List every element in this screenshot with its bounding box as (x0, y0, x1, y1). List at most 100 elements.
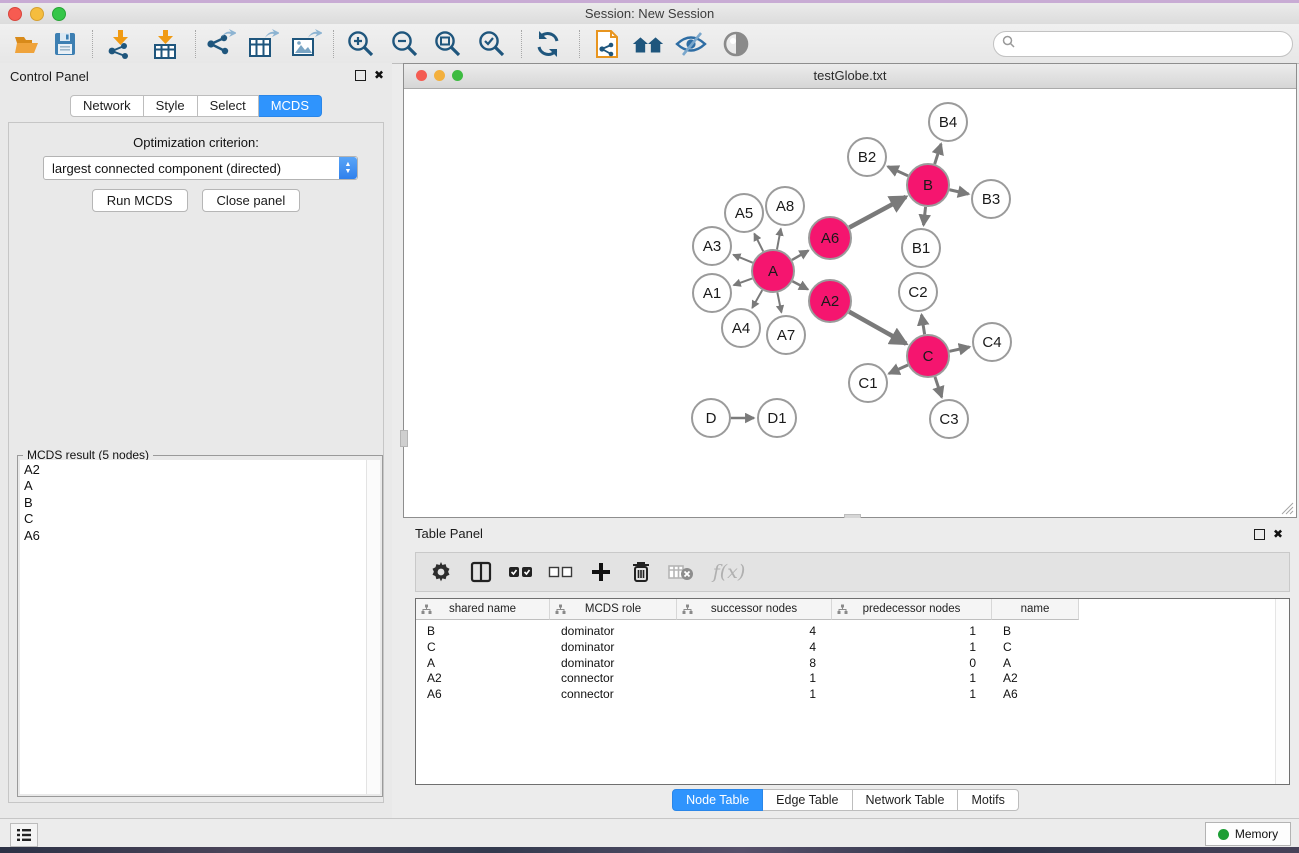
cell-mcds-role[interactable]: dominator (550, 623, 677, 639)
deselect-all-icon[interactable] (548, 559, 574, 585)
node-C2[interactable]: C2 (899, 273, 937, 311)
edge-A-A7[interactable] (777, 293, 781, 313)
cell-successor-nodes[interactable]: 8 (677, 655, 832, 671)
cell-shared-name[interactable]: B (416, 623, 550, 639)
column-header-mcds-role[interactable]: MCDS role (550, 599, 677, 620)
edge-C-C4[interactable] (949, 347, 969, 351)
edge-A-A8[interactable] (777, 229, 781, 250)
edge-B-B3[interactable] (949, 190, 968, 194)
column-header-name[interactable]: name (992, 599, 1079, 620)
result-item[interactable]: A (24, 478, 367, 494)
edge-C-C2[interactable] (922, 315, 925, 335)
result-item[interactable]: B (24, 495, 367, 511)
cell-shared-name[interactable]: C (416, 639, 550, 655)
cell-mcds-role[interactable]: dominator (550, 655, 677, 671)
result-item[interactable]: A2 (24, 462, 367, 478)
show-all-eye-icon[interactable] (719, 28, 753, 60)
cell-mcds-role[interactable]: connector (550, 670, 677, 686)
search-input[interactable] (1019, 36, 1292, 52)
cell-name[interactable]: C (992, 639, 1079, 655)
memory-button[interactable]: Memory (1205, 822, 1291, 846)
delete-column-icon[interactable] (628, 559, 654, 585)
node-B4[interactable]: B4 (929, 103, 967, 141)
zoom-fit-icon[interactable] (431, 28, 465, 60)
close-window-button[interactable] (8, 7, 22, 21)
network-canvas[interactable]: B4B2BB3A5A8A6A3B1AC2A1A2A4A7C4CC1C3DD1 (404, 89, 1296, 517)
tab-mcds[interactable]: MCDS (259, 95, 322, 117)
refresh-icon[interactable] (531, 28, 565, 60)
tab-style[interactable]: Style (144, 95, 198, 117)
table-scrollbar[interactable] (1275, 599, 1289, 784)
node-A8[interactable]: A8 (766, 187, 804, 225)
tab-network-table[interactable]: Network Table (853, 789, 959, 811)
hide-selected-eye-icon[interactable] (674, 28, 708, 60)
table-row[interactable]: A6connector11A6 (416, 686, 1079, 702)
export-image-icon[interactable] (289, 28, 323, 60)
new-network-from-file-icon[interactable] (590, 28, 624, 60)
delete-table-icon[interactable] (668, 559, 694, 585)
cell-shared-name[interactable]: A (416, 655, 550, 671)
select-all-icon[interactable] (508, 559, 534, 585)
edge-A-A4[interactable] (752, 290, 762, 308)
node-A2[interactable]: A2 (809, 280, 851, 322)
node-C4[interactable]: C4 (973, 323, 1011, 361)
cell-successor-nodes[interactable]: 4 (677, 623, 832, 639)
node-A1[interactable]: A1 (693, 274, 731, 312)
node-C3[interactable]: C3 (930, 400, 968, 438)
add-column-icon[interactable] (588, 559, 614, 585)
table-settings-gear-icon[interactable] (428, 559, 454, 585)
edge-B-B2[interactable] (888, 167, 908, 176)
edge-B-B4[interactable] (935, 144, 941, 164)
run-mcds-button[interactable]: Run MCDS (92, 189, 188, 212)
node-D[interactable]: D (692, 399, 730, 437)
table-row[interactable]: Cdominator41C (416, 639, 1079, 655)
maximize-window-button[interactable] (52, 7, 66, 21)
edge-A-A2[interactable] (792, 281, 807, 289)
cell-mcds-role[interactable]: connector (550, 686, 677, 702)
edge-A-A3[interactable] (733, 255, 752, 263)
task-history-button[interactable] (10, 823, 38, 847)
zoom-selected-icon[interactable] (475, 28, 509, 60)
zoom-out-icon[interactable] (388, 28, 422, 60)
node-A[interactable]: A (752, 250, 794, 292)
close-panel-icon[interactable]: ✖ (1273, 528, 1283, 540)
node-B2[interactable]: B2 (848, 138, 886, 176)
node-B1[interactable]: B1 (902, 229, 940, 267)
result-scrollbar[interactable] (366, 460, 380, 794)
cell-mcds-role[interactable]: dominator (550, 639, 677, 655)
node-C1[interactable]: C1 (849, 364, 887, 402)
cell-successor-nodes[interactable]: 1 (677, 686, 832, 702)
node-B[interactable]: B (907, 164, 949, 206)
node-D1[interactable]: D1 (758, 399, 796, 437)
cell-predecessor-nodes[interactable]: 1 (832, 686, 992, 702)
result-item[interactable]: C (24, 511, 367, 527)
zoom-in-icon[interactable] (344, 28, 378, 60)
tab-network[interactable]: Network (70, 95, 144, 117)
search-field[interactable] (993, 31, 1293, 57)
edge-C-C3[interactable] (935, 377, 942, 397)
node-B3[interactable]: B3 (972, 180, 1010, 218)
float-panel-icon[interactable] (355, 70, 366, 81)
cell-name[interactable]: A6 (992, 686, 1079, 702)
network-titlebar[interactable]: testGlobe.txt (404, 64, 1296, 89)
result-item[interactable]: A6 (24, 528, 367, 544)
export-network-icon[interactable] (203, 28, 237, 60)
tab-node-table[interactable]: Node Table (672, 789, 763, 811)
table-row[interactable]: A2connector11A2 (416, 670, 1079, 686)
cell-name[interactable]: A2 (992, 670, 1079, 686)
edge-C-C1[interactable] (889, 365, 908, 374)
cell-successor-nodes[interactable]: 1 (677, 670, 832, 686)
first-neighbors-icon[interactable] (631, 28, 665, 60)
network-close-button[interactable] (416, 70, 427, 81)
close-panel-icon[interactable]: ✖ (374, 69, 384, 81)
table-row[interactable]: Adominator80A (416, 655, 1079, 671)
cell-name[interactable]: A (992, 655, 1079, 671)
edge-A-A6[interactable] (792, 251, 808, 260)
column-header-predecessor-nodes[interactable]: predecessor nodes (832, 599, 992, 620)
edge-A2-C[interactable] (849, 312, 906, 344)
cell-successor-nodes[interactable]: 4 (677, 639, 832, 655)
tab-edge-table[interactable]: Edge Table (763, 789, 852, 811)
edge-A6-B[interactable] (849, 197, 906, 228)
node-A5[interactable]: A5 (725, 194, 763, 232)
float-panel-icon[interactable] (1254, 529, 1265, 540)
